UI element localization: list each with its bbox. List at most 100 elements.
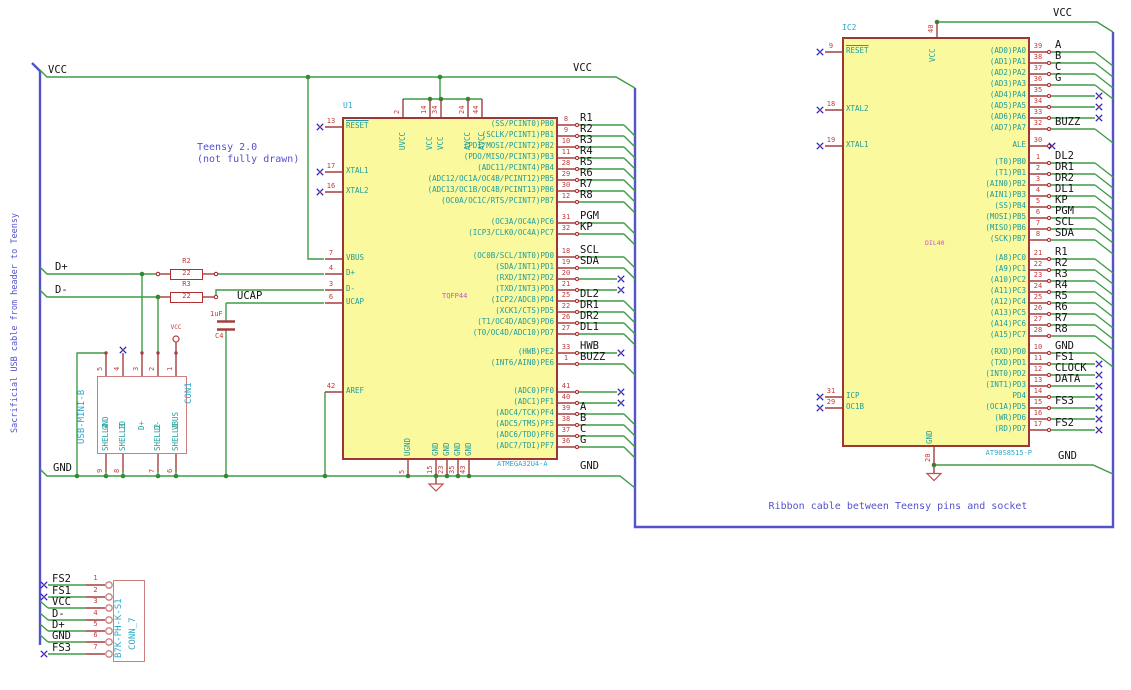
- ic2-ref[interactable]: IC2: [842, 23, 856, 32]
- r2-value[interactable]: 22: [170, 269, 203, 277]
- net-label[interactable]: BUZZ: [1055, 116, 1115, 128]
- pin-name: (ADC0)PF0: [513, 386, 554, 395]
- net-label[interactable]: FS3: [1055, 395, 1115, 407]
- pin-name: (SS)PB4: [994, 201, 1026, 210]
- pin-number: 43: [459, 465, 467, 474]
- pin-number: 7: [148, 468, 156, 473]
- pin-name: (OC3A/OC4A)PC6: [490, 217, 554, 226]
- net-label-vcc-left[interactable]: VCC: [48, 64, 67, 76]
- pin-name: (XCK1/CTS)PD5: [495, 306, 554, 315]
- pin-number: 6: [166, 468, 174, 473]
- pin-number: 25: [561, 291, 571, 299]
- pin-name: AREF: [346, 386, 365, 395]
- net-label[interactable]: A: [580, 401, 640, 413]
- net-label[interactable]: KP: [580, 221, 640, 233]
- pin-number: 29: [826, 398, 836, 406]
- net-label[interactable]: C: [580, 423, 640, 435]
- pin-name: (RD)PD7: [994, 424, 1026, 433]
- net-label[interactable]: BUZZ: [580, 351, 640, 363]
- net-label-vcc-right[interactable]: VCC: [1053, 7, 1072, 19]
- net-label-vcc-mid[interactable]: VCC: [573, 62, 592, 74]
- net-label[interactable]: DL1: [580, 321, 640, 333]
- note-teensy-line1: Teensy 2.0: [197, 142, 258, 153]
- pin-name: (MISO)PB6: [985, 223, 1026, 232]
- pin-number: 3: [1035, 175, 1041, 183]
- con1-ref[interactable]: CON1: [184, 382, 194, 404]
- c4-value[interactable]: 1uF: [210, 310, 223, 318]
- pin-name: XTAL2: [346, 186, 369, 195]
- pin-name: VCC: [436, 136, 445, 150]
- pin-name: (T0)PB0: [994, 157, 1026, 166]
- r3-value[interactable]: 22: [170, 292, 203, 300]
- net-label[interactable]: SDA: [1055, 227, 1115, 239]
- con1-value[interactable]: USB-MINI-B: [77, 390, 87, 444]
- pin-number: 2: [148, 366, 156, 371]
- net-label[interactable]: DATA: [1055, 373, 1115, 385]
- pin-name: (RXD/INT2)PD2: [495, 273, 554, 282]
- pin-name: (T1)PB1: [994, 168, 1026, 177]
- u1-ref[interactable]: U1: [343, 101, 353, 110]
- c4-ref[interactable]: C4: [215, 332, 223, 340]
- pin-name: (OC0B/SCL/INT0)PD0: [472, 251, 554, 260]
- pin-number: 28: [1033, 326, 1043, 334]
- net-label[interactable]: G: [580, 434, 640, 446]
- pin-name: (ICP2/ADC8)PD4: [490, 295, 554, 304]
- net-label[interactable]: R8: [1055, 323, 1115, 335]
- pin-name: (AD5)PA5: [989, 101, 1026, 110]
- pin-number: 6: [328, 293, 334, 301]
- pin-number: 44: [472, 105, 480, 114]
- pin-name: (A14)PC6: [989, 319, 1026, 328]
- pin-number: 36: [561, 437, 571, 445]
- net-label-ucap[interactable]: UCAP: [237, 290, 262, 302]
- pin-number: 12: [561, 192, 571, 200]
- net-label-gnd-mid[interactable]: GND: [580, 460, 599, 472]
- conn7-value[interactable]: B7K-PH-K-S1: [114, 598, 124, 658]
- pin-name: D+: [137, 420, 146, 430]
- pin-name: XTAL2: [846, 104, 869, 113]
- pin-name: AVCC: [477, 131, 486, 150]
- net-label[interactable]: FS3: [52, 642, 71, 654]
- pin-number: 8: [113, 468, 121, 473]
- net-label-gnd-right[interactable]: GND: [1058, 450, 1077, 462]
- pin-name: (AIN0)PB2: [985, 179, 1026, 188]
- pin-name: (ADC11/PCINT4)PB4: [477, 163, 554, 172]
- schematic-canvas: VCC VCC VCC GND GND GND D+ D- UCAP Teens…: [0, 0, 1131, 690]
- net-label[interactable]: G: [1055, 72, 1115, 84]
- net-label[interactable]: SDA: [580, 255, 640, 267]
- pin-number: 27: [1033, 315, 1043, 323]
- pin-name: (T1/OC4D/ADC9)PD6: [477, 317, 554, 326]
- net-label[interactable]: A: [1055, 39, 1115, 51]
- net-label[interactable]: GND: [52, 630, 71, 642]
- conn7-ref[interactable]: CONN_7: [128, 617, 138, 650]
- net-label-dminus[interactable]: D-: [55, 284, 68, 296]
- net-label[interactable]: R8: [580, 189, 640, 201]
- pin-number: 9: [828, 42, 834, 50]
- pin-number: 39: [1033, 42, 1043, 50]
- pin-number: 26: [561, 313, 571, 321]
- pin-number: 18: [826, 100, 836, 108]
- pin-name: (ADC12/OC1A/OC4B/PCINT12)PB5: [427, 174, 554, 183]
- r2-ref[interactable]: R2: [170, 257, 203, 265]
- net-label[interactable]: VCC: [52, 596, 71, 608]
- pin-number: 31: [561, 213, 571, 221]
- pin-number: 32: [561, 224, 571, 232]
- net-label-gnd-left[interactable]: GND: [53, 462, 72, 474]
- pin-number: 3: [132, 366, 140, 371]
- r3-ref[interactable]: R3: [170, 280, 203, 288]
- pin-number: 19: [826, 136, 836, 144]
- net-label[interactable]: C: [1055, 61, 1115, 73]
- pin-name: D+: [346, 268, 356, 277]
- pin-name: (AD3)PA3: [989, 79, 1026, 88]
- pin-number: 22: [1033, 260, 1043, 268]
- pin-name: GND: [464, 442, 473, 456]
- pin-name: (TXD)PD1: [989, 358, 1026, 367]
- pin-number: 1: [166, 366, 174, 371]
- net-label[interactable]: FS2: [1055, 417, 1115, 429]
- pin-number: 5: [93, 620, 98, 628]
- net-label[interactable]: B: [580, 412, 640, 424]
- net-label[interactable]: B: [1055, 50, 1115, 62]
- net-label[interactable]: FS2: [52, 573, 71, 585]
- pin-name: (SCK)PB7: [989, 234, 1026, 243]
- pin-name: (ADC6/TDO)PF6: [495, 430, 554, 439]
- net-label-dplus[interactable]: D+: [55, 261, 68, 273]
